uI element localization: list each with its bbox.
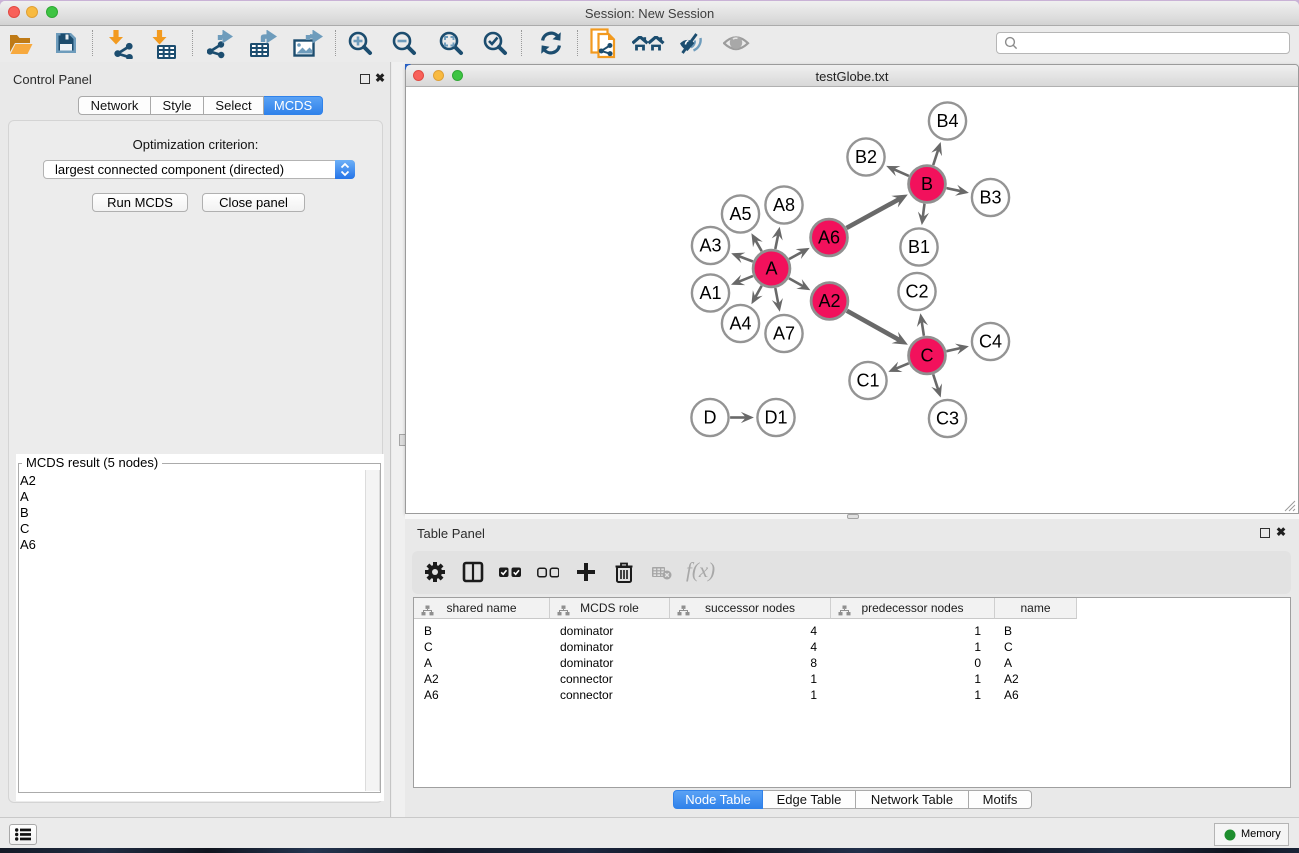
svg-text:D1: D1 bbox=[764, 408, 787, 428]
svg-text:C4: C4 bbox=[979, 332, 1002, 352]
svg-text:B4: B4 bbox=[936, 111, 958, 131]
svg-text:A8: A8 bbox=[773, 195, 795, 215]
svg-text:A5: A5 bbox=[729, 204, 751, 224]
svg-text:A6: A6 bbox=[818, 228, 840, 248]
svg-text:A7: A7 bbox=[773, 324, 795, 344]
svg-text:B1: B1 bbox=[908, 237, 930, 257]
svg-text:A2: A2 bbox=[818, 291, 840, 311]
svg-text:C3: C3 bbox=[936, 409, 959, 429]
svg-text:A4: A4 bbox=[729, 314, 751, 334]
svg-text:A3: A3 bbox=[699, 236, 721, 256]
svg-text:A: A bbox=[765, 259, 777, 279]
svg-text:C2: C2 bbox=[905, 282, 928, 302]
svg-text:B: B bbox=[921, 174, 933, 194]
svg-text:C: C bbox=[921, 346, 934, 366]
svg-text:D: D bbox=[704, 408, 717, 428]
svg-text:A1: A1 bbox=[699, 283, 721, 303]
svg-text:B3: B3 bbox=[979, 188, 1001, 208]
svg-text:B2: B2 bbox=[855, 147, 877, 167]
svg-text:C1: C1 bbox=[856, 371, 879, 391]
